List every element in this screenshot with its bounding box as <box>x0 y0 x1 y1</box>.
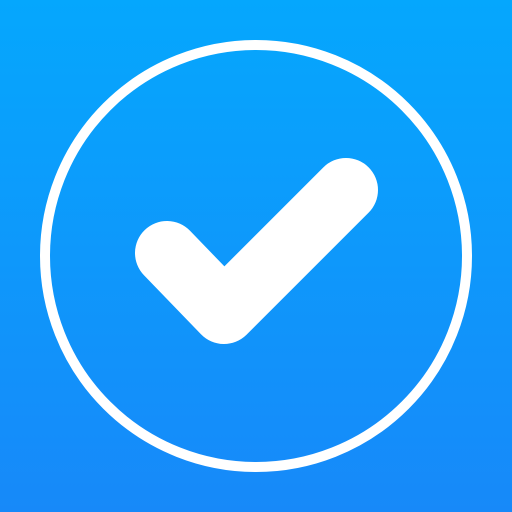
checkmark-icon <box>135 158 378 344</box>
checkmark-circle-icon <box>40 40 472 472</box>
app-icon <box>0 0 512 512</box>
